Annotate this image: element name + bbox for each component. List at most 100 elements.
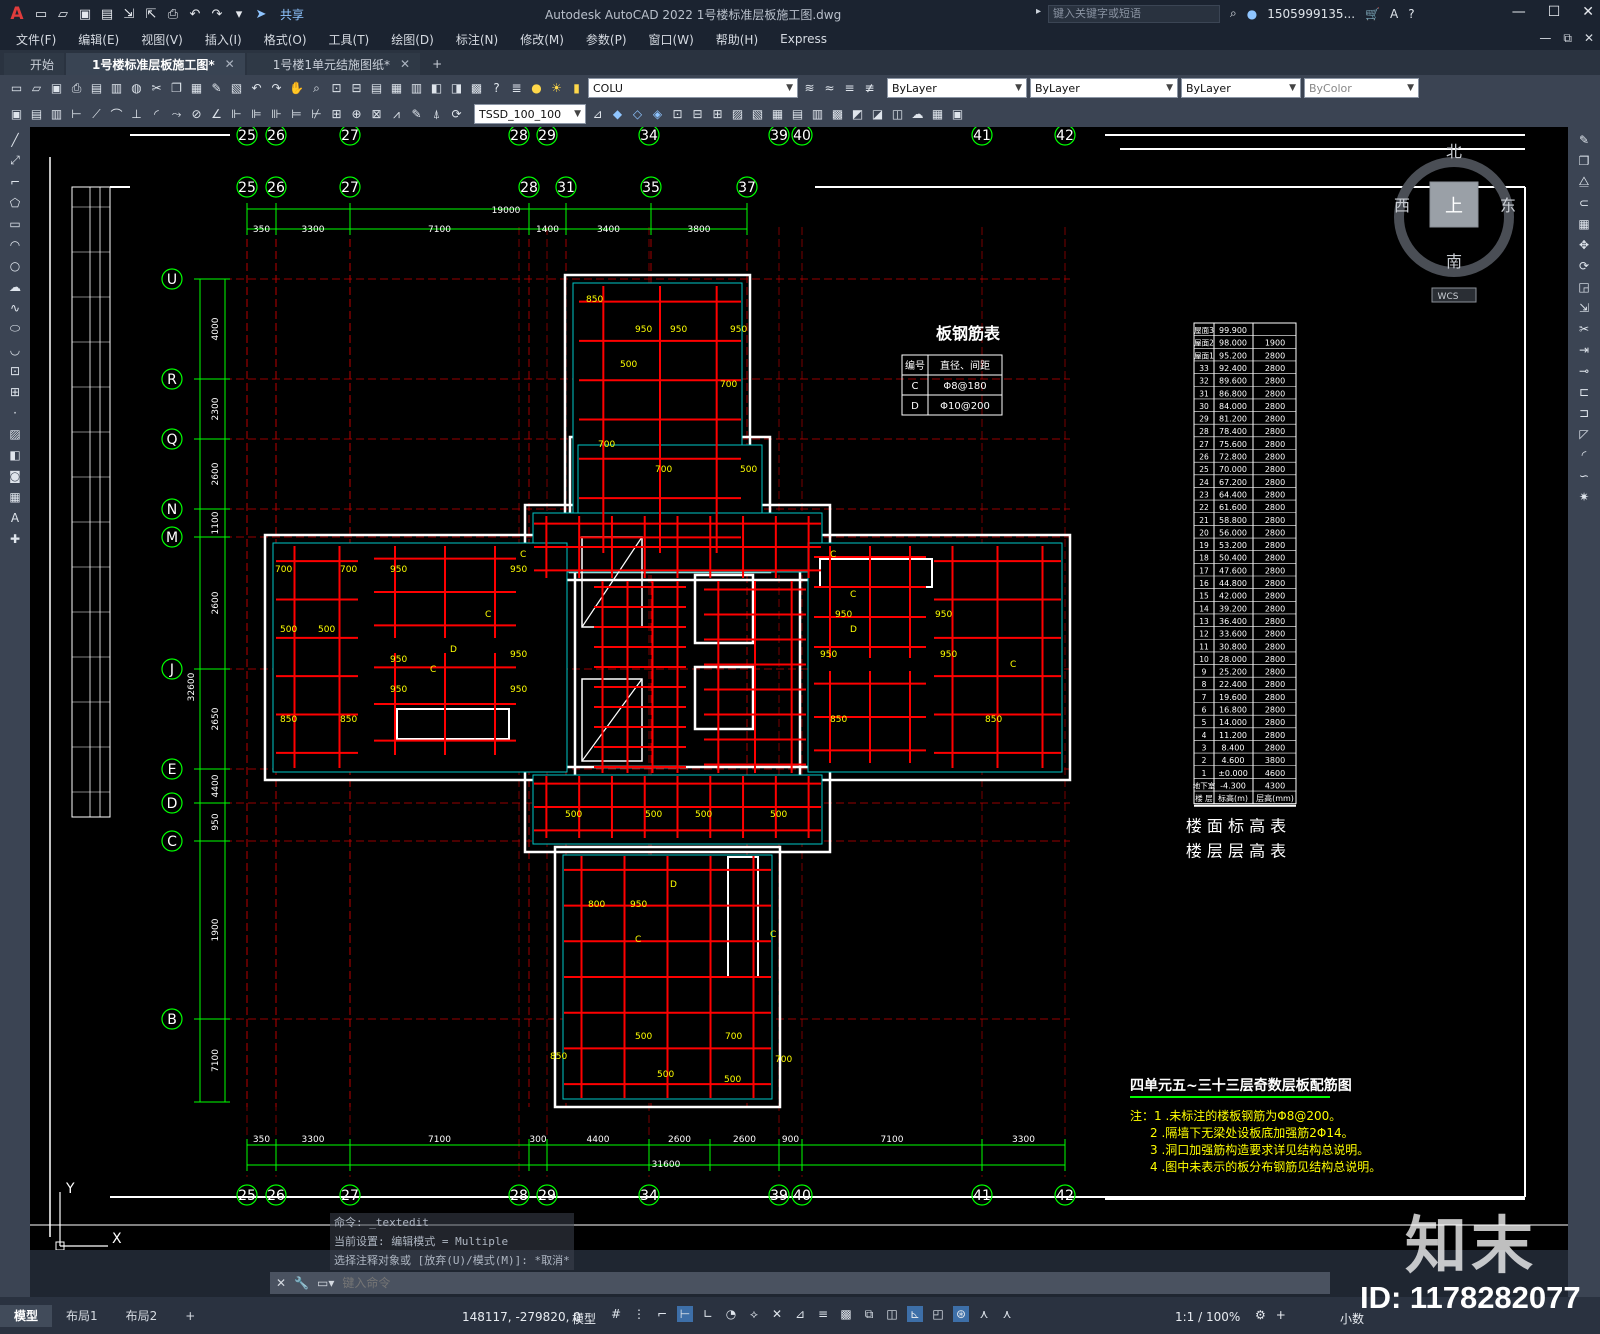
- erase-icon[interactable]: ✎: [1576, 131, 1593, 148]
- menu-draw[interactable]: 绘图(D): [391, 31, 434, 48]
- gradient-icon[interactable]: ◧: [7, 446, 24, 463]
- block-icon[interactable]: ◈: [649, 106, 666, 123]
- image-icon[interactable]: ▨: [729, 106, 746, 123]
- recent-commands-icon[interactable]: ▭▾: [317, 1276, 334, 1290]
- calculator-icon[interactable]: ▩: [468, 80, 485, 97]
- properties-icon[interactable]: ▤: [368, 80, 385, 97]
- close-command-icon[interactable]: ✕: [276, 1276, 286, 1290]
- rectangle-icon[interactable]: ▭: [7, 215, 24, 232]
- annotation-visibility-icon[interactable]: ⋏: [976, 1306, 992, 1322]
- dynamic-input-icon[interactable]: ⊢: [677, 1306, 693, 1322]
- search-arrow-icon[interactable]: ▸: [1036, 6, 1041, 17]
- copy-icon[interactable]: ❐: [1576, 152, 1593, 169]
- break-icon[interactable]: ⊏: [1576, 383, 1593, 400]
- help-icon[interactable]: ?: [1408, 7, 1414, 21]
- layer-state-icon[interactable]: ≡: [841, 80, 858, 97]
- blend-icon[interactable]: ∽: [1576, 467, 1593, 484]
- hatch-icon[interactable]: ▨: [7, 425, 24, 442]
- isodraft-icon[interactable]: ⟡: [746, 1306, 762, 1322]
- annotation-scale[interactable]: 1:1 / 100%: [1175, 1310, 1240, 1324]
- menu-window[interactable]: 窗口(W): [649, 31, 694, 48]
- minimize-button[interactable]: —: [1512, 4, 1526, 20]
- add-selected-icon[interactable]: ✚: [7, 530, 24, 547]
- table-icon[interactable]: ▦: [929, 106, 946, 123]
- insert-icon[interactable]: ⊡: [669, 106, 686, 123]
- revcloud-icon[interactable]: ☁: [7, 278, 24, 295]
- dim-angular-icon[interactable]: ∠: [208, 106, 225, 123]
- break-point-icon[interactable]: ⊸: [1576, 362, 1593, 379]
- layer-lock-icon[interactable]: ▮: [568, 80, 585, 97]
- table-icon[interactable]: ▦: [7, 488, 24, 505]
- menu-parametric[interactable]: 参数(P): [586, 31, 627, 48]
- model-space-button[interactable]: 模型: [572, 1310, 596, 1327]
- command-input[interactable]: [342, 1276, 1243, 1290]
- dynamic-ucs-icon[interactable]: ⊾: [907, 1306, 923, 1322]
- layout-icon[interactable]: ▣: [949, 106, 966, 123]
- hatch-icon[interactable]: ▩: [829, 106, 846, 123]
- transparency-icon[interactable]: ▩: [838, 1306, 854, 1322]
- point-icon[interactable]: ·: [7, 404, 24, 421]
- tssd-icon[interactable]: ▥: [48, 106, 65, 123]
- autocad-logo-icon[interactable]: A: [6, 4, 28, 24]
- polyline-icon[interactable]: ⌐: [7, 173, 24, 190]
- tssd-icon[interactable]: ▤: [28, 106, 45, 123]
- dim-jogged-icon[interactable]: ⤳: [168, 106, 185, 123]
- menu-express[interactable]: Express: [780, 32, 827, 46]
- mirror-icon[interactable]: ⧋: [1576, 173, 1593, 190]
- search-input[interactable]: 键入关键字或短语: [1048, 5, 1220, 23]
- redo-icon[interactable]: ↷: [268, 80, 285, 97]
- dimstyle-dropdown[interactable]: TSSD_100_100 ▼: [474, 104, 586, 124]
- menu-view[interactable]: 视图(V): [141, 31, 183, 48]
- layer-dropdown[interactable]: COLU ▼: [588, 78, 798, 98]
- undo-icon[interactable]: ↶: [248, 80, 265, 97]
- dim-linear-icon[interactable]: ⊢: [68, 106, 85, 123]
- make-block-icon[interactable]: ⊞: [7, 383, 24, 400]
- import-icon[interactable]: ⇲: [120, 5, 138, 23]
- layer-freeze-icon[interactable]: ☀: [548, 80, 565, 97]
- ole-icon[interactable]: ▧: [749, 106, 766, 123]
- save-icon[interactable]: ▣: [48, 80, 65, 97]
- globe-icon[interactable]: ◍: [128, 80, 145, 97]
- save-as-icon[interactable]: ▤: [98, 5, 116, 23]
- scale-icon[interactable]: ◲: [1576, 278, 1593, 295]
- print-icon[interactable]: ⎙: [164, 5, 182, 23]
- inspection-icon[interactable]: ⊠: [368, 106, 385, 123]
- menu-insert[interactable]: 插入(I): [205, 31, 242, 48]
- dim-ordinate-icon[interactable]: ⊥: [128, 106, 145, 123]
- share-label[interactable]: 共享: [280, 6, 304, 23]
- snap-icon[interactable]: ⋮: [631, 1306, 647, 1322]
- color-dropdown[interactable]: ByLayer ▼: [887, 78, 1027, 98]
- zoom-window-icon[interactable]: ⊡: [328, 80, 345, 97]
- mtext-icon[interactable]: ▥: [809, 106, 826, 123]
- make-current-icon[interactable]: ≋: [801, 80, 818, 97]
- quick-dim-icon[interactable]: ⊩: [228, 106, 245, 123]
- block-icon[interactable]: ◆: [609, 106, 626, 123]
- line-icon[interactable]: ╱: [7, 131, 24, 148]
- menu-modify[interactable]: 修改(M): [520, 31, 564, 48]
- object-track-icon[interactable]: ✕: [769, 1306, 785, 1322]
- open-icon[interactable]: ▱: [28, 80, 45, 97]
- help-icon[interactable]: ?: [488, 80, 505, 97]
- circle-icon[interactable]: ○: [7, 257, 24, 274]
- 3d-osnap-icon[interactable]: ◫: [884, 1306, 900, 1322]
- new-icon[interactable]: ▭: [32, 5, 50, 23]
- layer-previous-icon[interactable]: ≈: [821, 80, 838, 97]
- layout-tab-1[interactable]: 布局1: [52, 1305, 112, 1327]
- spline-icon[interactable]: ∿: [7, 299, 24, 316]
- dim-arc-icon[interactable]: ⌒: [108, 106, 125, 123]
- region-icon[interactable]: ◪: [869, 106, 886, 123]
- menu-format[interactable]: 格式(O): [264, 31, 307, 48]
- dim-baseline-icon[interactable]: ⊫: [248, 106, 265, 123]
- drawing-canvas[interactable]: 25 26 27 28 29 34 39 40 41 42 25 26 27 28 31 35 37 U R Q N M J…: [30, 127, 1568, 1250]
- menu-file[interactable]: 文件(F): [16, 31, 56, 48]
- offset-icon[interactable]: ⊂: [1576, 194, 1593, 211]
- menu-dimension[interactable]: 标注(N): [456, 31, 498, 48]
- layer-on-icon[interactable]: ●: [528, 80, 545, 97]
- save-icon[interactable]: ▣: [76, 5, 94, 23]
- explode-icon[interactable]: ✷: [1576, 488, 1593, 505]
- preview-icon[interactable]: ▤: [88, 80, 105, 97]
- redo-icon[interactable]: ↷: [208, 5, 226, 23]
- cart-icon[interactable]: 🛒: [1365, 7, 1380, 21]
- dim-edit-icon[interactable]: ✎: [408, 106, 425, 123]
- a360-icon[interactable]: A: [1390, 7, 1398, 21]
